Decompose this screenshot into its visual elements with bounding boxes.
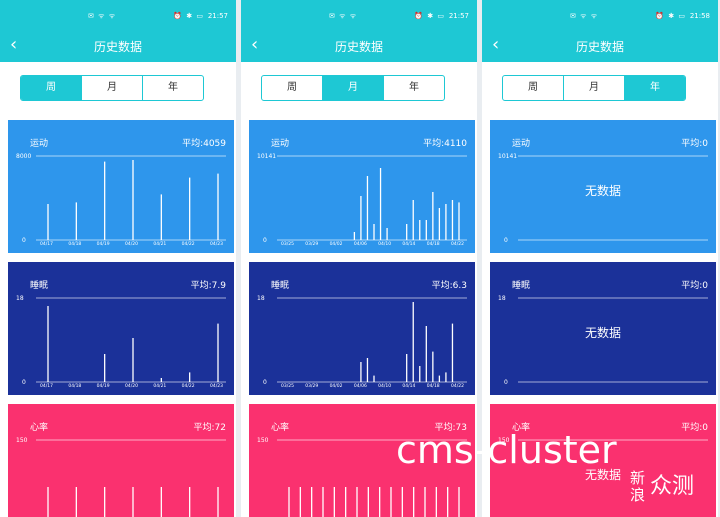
x-tick-label: 04/10 — [378, 241, 391, 247]
status-bar: ✉ ᯤ ᯤ ⏰ ✱ ▭ 21:57 — [0, 0, 236, 30]
x-tick-label: 03/25 — [281, 241, 294, 247]
status-icons: ⏰ ✱ ▭ — [414, 12, 445, 20]
chart-sleep: 18 0 03/25 03/29 04/02 04/06 04/10 04/14 04/18 04… — [257, 295, 467, 389]
y-max-label: 150 — [16, 437, 28, 444]
status-icons: ⏰ ✱ ▭ — [173, 12, 204, 20]
signal-icons: ✉ ᯤ ᯤ — [570, 12, 599, 20]
period-tabs: 周月年 — [261, 75, 445, 101]
tab-period-0[interactable]: 周 — [503, 76, 564, 100]
x-tick-label: 04/18 — [427, 383, 440, 389]
nav-bar: ‹ 历史数据 — [482, 30, 718, 62]
x-tick-label: 04/19 — [97, 241, 110, 247]
x-tick-label: 04/18 — [68, 241, 81, 247]
y-max-label: 10141 — [257, 153, 276, 160]
y-max-label: 18 — [498, 295, 506, 302]
y-min-label: 0 — [504, 379, 508, 386]
tab-period-0[interactable]: 周 — [262, 76, 323, 100]
x-tick-label: 04/17 — [40, 383, 53, 389]
x-tick-label: 04/06 — [354, 241, 367, 247]
x-tick-label: 04/23 — [210, 241, 223, 247]
status-bar: ✉ ᯤ ᯤ ⏰ ✱ ▭ 21:57 — [241, 0, 477, 30]
card-sleep: 睡眠 平均:7.9 18 0 04/17 04/18 04/19 04/20 04/21 04/2… — [8, 262, 234, 395]
y-max-label: 150 — [257, 437, 269, 444]
card-motion: 运动 平均:4110 10141 0 03/25 03/29 04/02 04/06 04/10… — [249, 120, 475, 253]
tab-period-2[interactable]: 年 — [384, 76, 444, 100]
chart-motion: 10141 0 03/25 03/29 04/02 04/06 04/10 04/14 04/1… — [257, 153, 467, 247]
phone-screen-1: ✉ ᯤ ᯤ ⏰ ✱ ▭ 21:57 ‹ 历史数据周月年运动 平均:4059 8000 0 04/… — [0, 0, 236, 517]
watermark-brand: 新浪 众测 — [630, 470, 694, 504]
x-tick-label: 03/29 — [305, 241, 318, 247]
x-tick-label: 04/17 — [40, 241, 53, 247]
page-title: 历史数据 — [575, 40, 624, 54]
x-tick-label: 04/10 — [378, 383, 391, 389]
status-time: 21:57 — [448, 12, 469, 20]
chart-sleep: 18 0 04/17 04/18 04/19 04/20 04/21 04/22 04/23 — [16, 295, 226, 389]
y-max-label: 10141 — [498, 153, 517, 160]
card-heart: 心率 平均:72 150 — [8, 404, 234, 517]
x-tick-label: 04/06 — [354, 383, 367, 389]
period-tabs: 周月年 — [502, 75, 686, 101]
nav-bar: ‹ 历史数据 — [241, 30, 477, 62]
y-min-label: 0 — [504, 237, 508, 244]
watermark-text: cms-cluster — [396, 428, 617, 472]
page-title: 历史数据 — [93, 40, 142, 54]
signal-icons: ✉ ᯤ ᯤ — [329, 12, 358, 20]
x-tick-label: 04/22 — [182, 383, 195, 389]
y-min-label: 0 — [263, 379, 267, 386]
x-tick-label: 04/22 — [182, 241, 195, 247]
x-tick-label: 04/23 — [210, 383, 223, 389]
chart-heart: 150 — [16, 437, 226, 517]
x-tick-label: 04/02 — [330, 241, 343, 247]
tab-period-0[interactable]: 周 — [21, 76, 82, 100]
y-max-label: 8000 — [16, 153, 31, 160]
status-icons: ⏰ ✱ ▭ — [655, 12, 686, 20]
x-tick-label: 04/14 — [402, 241, 415, 247]
x-tick-label: 03/29 — [305, 383, 318, 389]
tab-period-1[interactable]: 月 — [323, 76, 384, 100]
x-tick-label: 04/22 — [451, 383, 464, 389]
y-min-label: 0 — [263, 237, 267, 244]
signal-icons: ✉ ᯤ ᯤ — [88, 12, 117, 20]
x-tick-label: 04/18 — [427, 241, 440, 247]
tab-period-1[interactable]: 月 — [564, 76, 625, 100]
x-tick-label: 04/18 — [68, 383, 81, 389]
no-data-text: 无数据 — [584, 326, 621, 340]
nav-bar: ‹ 历史数据 — [0, 30, 236, 62]
x-tick-label: 04/14 — [402, 383, 415, 389]
page-title: 历史数据 — [334, 40, 383, 54]
x-tick-label: 04/21 — [153, 383, 166, 389]
card-motion: 运动 平均:0 10141 0 无数据 — [490, 120, 716, 253]
x-tick-label: 04/20 — [125, 241, 138, 247]
status-time: 21:58 — [689, 12, 710, 20]
x-tick-label: 04/02 — [330, 383, 343, 389]
tab-period-1[interactable]: 月 — [82, 76, 143, 100]
status-time: 21:57 — [207, 12, 228, 20]
y-min-label: 0 — [22, 237, 26, 244]
status-bar: ✉ ᯤ ᯤ ⏰ ✱ ▭ 21:58 — [482, 0, 718, 30]
y-max-label: 18 — [257, 295, 265, 302]
card-motion: 运动 平均:4059 8000 0 04/17 04/18 04/19 04/20 04/21 0… — [8, 120, 234, 253]
x-tick-label: 04/19 — [97, 383, 110, 389]
card-sleep: 睡眠 平均:0 18 0 无数据 — [490, 262, 716, 395]
watermark-brand-small: 新浪 — [630, 469, 646, 504]
tab-period-2[interactable]: 年 — [143, 76, 203, 100]
x-tick-label: 04/22 — [451, 241, 464, 247]
card-sleep: 睡眠 平均:6.3 18 0 03/25 03/29 04/02 04/06 04/10 04/1… — [249, 262, 475, 395]
x-tick-label: 03/25 — [281, 383, 294, 389]
y-max-label: 18 — [16, 295, 24, 302]
chart-motion: 8000 0 04/17 04/18 04/19 04/20 04/21 04/22 04/23 — [16, 153, 226, 247]
x-tick-label: 04/20 — [125, 383, 138, 389]
watermark-brand-big: 众测 — [650, 474, 695, 499]
tab-period-2[interactable]: 年 — [625, 76, 685, 100]
y-min-label: 0 — [22, 379, 26, 386]
period-tabs: 周月年 — [20, 75, 204, 101]
no-data-text: 无数据 — [584, 184, 621, 198]
x-tick-label: 04/21 — [153, 241, 166, 247]
